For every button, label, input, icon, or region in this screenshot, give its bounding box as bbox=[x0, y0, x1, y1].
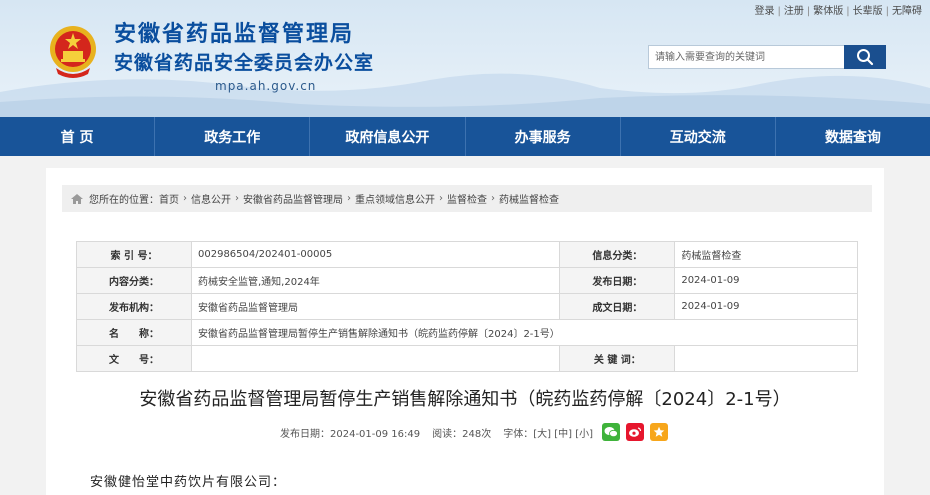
site-title: 安徽省药品监督管理局 bbox=[114, 22, 355, 47]
site-titles: 安徽省药品监督管理局 安徽省药品安全委员会办公室 bbox=[114, 20, 374, 76]
page: 登录 | 注册 | 繁体版 | 长辈版 | 无障碍 安徽省药品监督管理局 安徽省药品安全委员会办… bbox=[0, 0, 930, 495]
keywords-label: 关 键 词： bbox=[559, 345, 676, 372]
breadcrumb-item[interactable]: 药械监督检查 bbox=[499, 191, 559, 206]
breadcrumb-item[interactable]: 安徽省药品监督管理局 bbox=[243, 191, 343, 206]
table-row: 发布机构： 安徽省药品监督管理局 成文日期： 2024-01-09 bbox=[76, 293, 858, 320]
traditional-link[interactable]: 繁体版 bbox=[813, 6, 843, 17]
nav-government-work[interactable]: 政务工作 bbox=[155, 117, 311, 156]
register-link[interactable]: 注册 bbox=[784, 6, 804, 17]
nav-services[interactable]: 办事服务 bbox=[466, 117, 621, 156]
category-value: 药械监督检查 bbox=[674, 241, 858, 268]
publisher-label: 发布机构： bbox=[76, 293, 192, 320]
docno-value bbox=[190, 345, 561, 372]
written-date-value: 2024-01-09 bbox=[674, 293, 858, 320]
font-size-switch: 字体：[大] [中] [小] bbox=[503, 425, 593, 440]
search-input[interactable] bbox=[648, 45, 844, 69]
accessibility-link[interactable]: 无障碍 bbox=[892, 6, 922, 17]
font-medium-button[interactable]: [中] bbox=[554, 429, 572, 440]
breadcrumb: 您所在的位置： 首页 › 信息公开 › 安徽省药品监督管理局 › 重点领域信息公开 › … bbox=[62, 185, 872, 212]
article-meta: 发布日期：2024-01-09 16:49 阅读：248次 字体：[大] [中]… bbox=[280, 423, 669, 441]
index-label: 索 引 号： bbox=[76, 241, 192, 268]
search-icon bbox=[857, 49, 874, 66]
main-nav: 首 页 政务工作 政府信息公开 办事服务 互动交流 数据查询 bbox=[0, 117, 930, 156]
search-box bbox=[648, 45, 888, 69]
home-icon bbox=[71, 193, 83, 204]
breadcrumb-item[interactable]: 首页 bbox=[159, 191, 179, 206]
table-row: 文 号： 关 键 词： bbox=[76, 345, 858, 372]
search-button[interactable] bbox=[844, 45, 886, 69]
content-type-label: 内容分类： bbox=[76, 267, 192, 294]
national-emblem-icon bbox=[50, 26, 96, 78]
site-subtitle: 安徽省药品安全委员会办公室 bbox=[114, 52, 375, 74]
font-size-label: 字体： bbox=[503, 428, 534, 440]
weibo-icon[interactable] bbox=[626, 423, 645, 441]
name-label: 名 称： bbox=[76, 319, 192, 346]
breadcrumb-item[interactable]: 信息公开 bbox=[191, 191, 231, 206]
breadcrumb-prefix: 您所在的位置： bbox=[89, 195, 159, 206]
site-domain: mpa.ah.gov.cn bbox=[215, 79, 317, 93]
written-date-label: 成文日期： bbox=[559, 293, 676, 320]
keywords-value bbox=[674, 345, 858, 372]
info-table: 索 引 号： 002986504/202401-00005 信息分类： 药械监督… bbox=[76, 241, 858, 372]
nav-data-query[interactable]: 数据查询 bbox=[776, 117, 930, 156]
site-header: 登录 | 注册 | 繁体版 | 长辈版 | 无障碍 安徽省药品监督管理局 安徽省药品安全委员会办… bbox=[0, 0, 930, 117]
content-type-value: 药械安全监管,通知,2024年 bbox=[190, 267, 561, 294]
nav-info-disclosure[interactable]: 政府信息公开 bbox=[310, 117, 466, 156]
elder-link[interactable]: 长辈版 bbox=[853, 6, 883, 17]
breadcrumb-item[interactable]: 重点领域信息公开 bbox=[355, 191, 435, 206]
publisher-value: 安徽省药品监督管理局 bbox=[190, 293, 561, 320]
font-small-button[interactable]: [小] bbox=[575, 429, 593, 440]
docno-label: 文 号： bbox=[76, 345, 192, 372]
table-row: 内容分类： 药械安全监管,通知,2024年 发布日期： 2024-01-09 bbox=[76, 267, 858, 294]
nav-home[interactable]: 首 页 bbox=[0, 117, 156, 156]
table-row: 名 称： 安徽省药品监督管理局暂停生产销售解除通知书（皖药监药停解〔2024〕2… bbox=[76, 319, 858, 346]
publish-time: 发布日期：2024-01-09 16:49 bbox=[280, 428, 421, 440]
view-count: 阅读：248次 bbox=[432, 428, 492, 440]
nav-interaction[interactable]: 互动交流 bbox=[621, 117, 776, 156]
table-row: 索 引 号： 002986504/202401-00005 信息分类： 药械监督… bbox=[76, 241, 858, 268]
login-link[interactable]: 登录 bbox=[755, 6, 775, 17]
article-title: 安徽省药品监督管理局暂停生产销售解除通知书（皖药监药停解〔2024〕2-1号） bbox=[139, 389, 791, 410]
category-label: 信息分类： bbox=[559, 241, 676, 268]
font-large-button[interactable]: [大] bbox=[533, 429, 551, 440]
top-links: 登录 | 注册 | 繁体版 | 长辈版 | 无障碍 bbox=[754, 6, 923, 17]
name-value: 安徽省药品监督管理局暂停生产销售解除通知书（皖药监药停解〔2024〕2-1号） bbox=[191, 319, 858, 346]
breadcrumb-item[interactable]: 监督检查 bbox=[447, 191, 487, 206]
publish-date-value: 2024-01-09 bbox=[674, 267, 858, 294]
star-icon[interactable] bbox=[650, 423, 669, 441]
wechat-icon[interactable] bbox=[602, 423, 621, 441]
article-body: 安徽健怡堂中药饮片有限公司： bbox=[90, 475, 287, 490]
index-value: 002986504/202401-00005 bbox=[190, 241, 561, 268]
share-buttons bbox=[602, 423, 669, 441]
publish-date-label: 发布日期： bbox=[559, 267, 676, 294]
